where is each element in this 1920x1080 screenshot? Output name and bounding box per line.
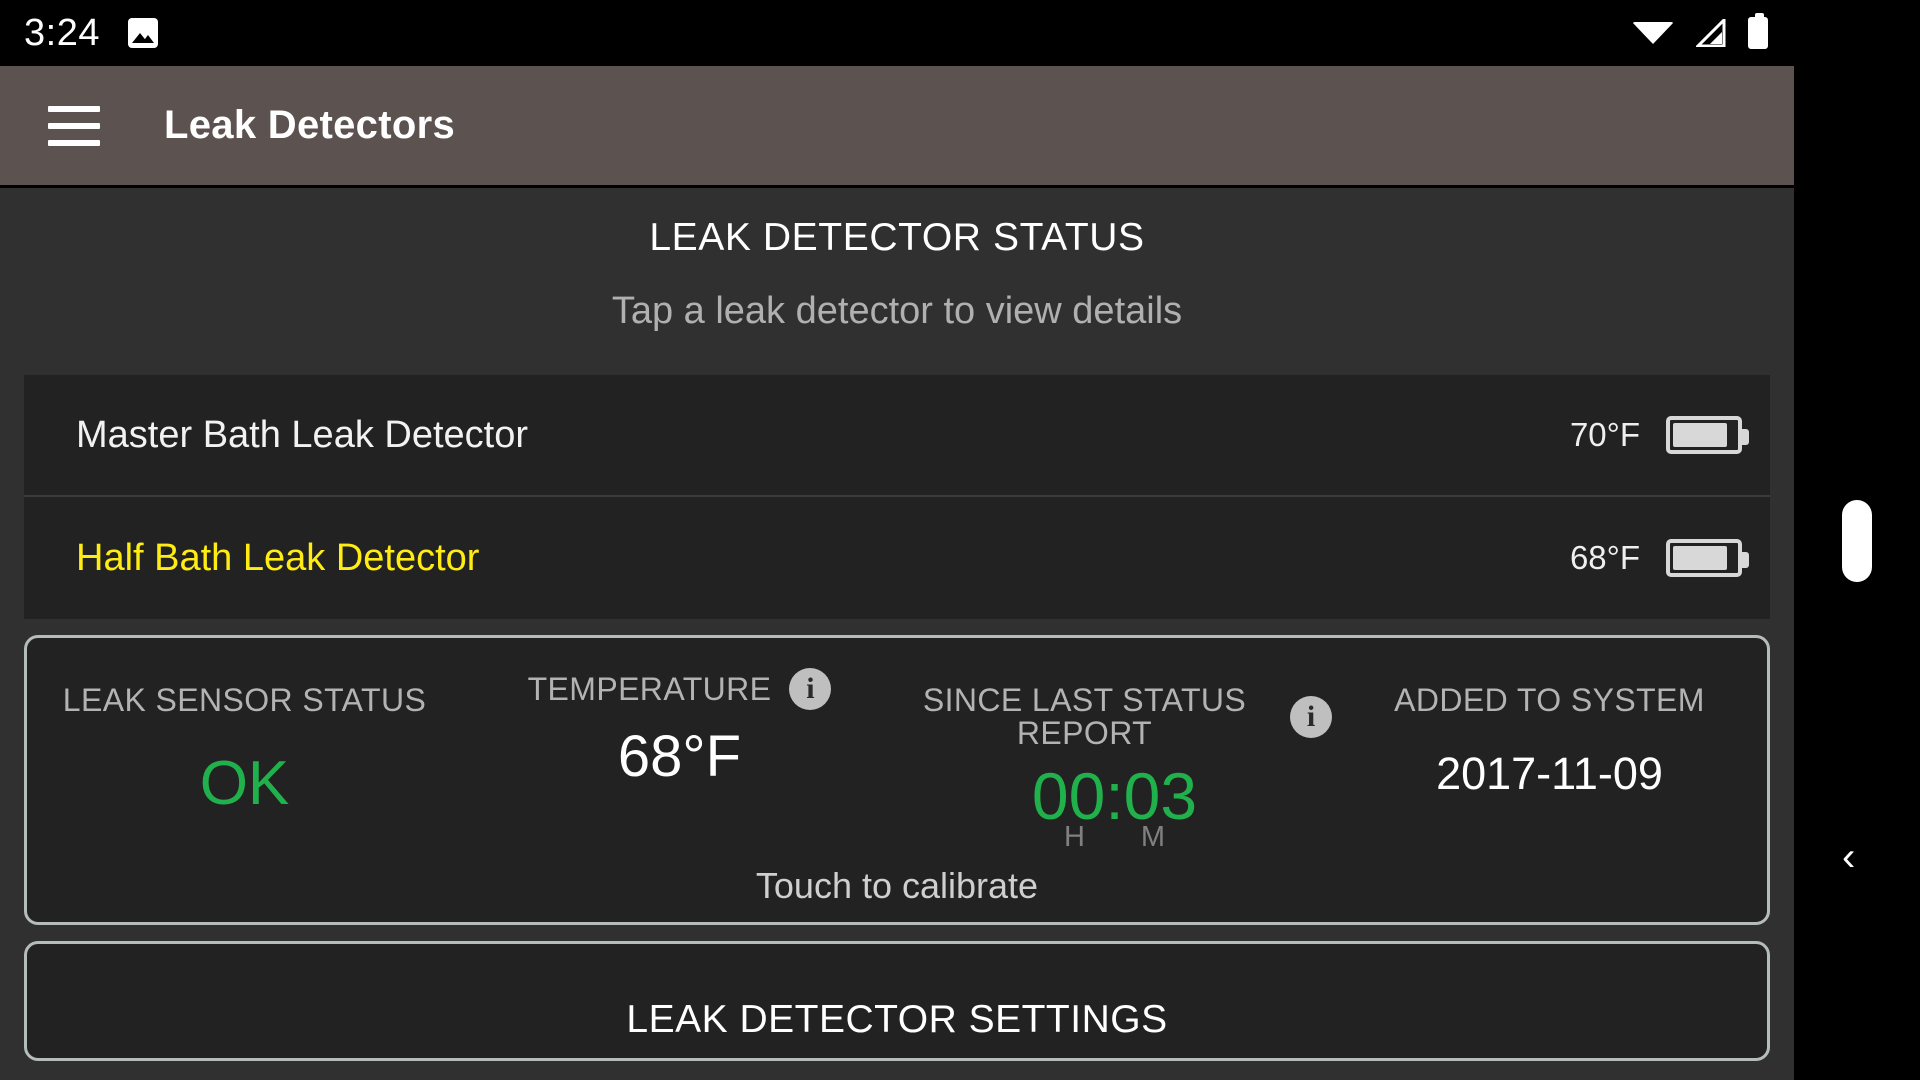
- scroll-handle[interactable]: [1842, 500, 1872, 582]
- hamburger-bar: [48, 122, 100, 129]
- page-content: LEAK DETECTOR STATUS Tap a leak detector…: [0, 188, 1794, 1080]
- timer-unit-hours: H: [1063, 821, 1085, 854]
- app-bar: Leak Detectors: [0, 66, 1794, 188]
- page-title: LEAK DETECTOR STATUS: [649, 216, 1145, 259]
- hamburger-bar: [48, 139, 100, 146]
- leak-detector-settings-card[interactable]: LEAK DETECTOR SETTINGS: [24, 941, 1770, 1061]
- page-subtitle: Tap a leak detector to view details: [611, 290, 1183, 332]
- metric-header: LEAK SENSOR STATUS: [27, 684, 462, 717]
- phone-viewport: 3:24 Leak Detectors LEAK DETECTOR STATUS…: [0, 0, 1794, 1080]
- metric-label: LEAK SENSOR STATUS: [62, 682, 427, 718]
- detector-detail-card[interactable]: LEAK SENSOR STATUS OK TEMPERATURE i 68°F: [24, 635, 1770, 925]
- since-last-report-value: 00:03: [1031, 759, 1198, 834]
- screenshot-image-icon: [127, 18, 158, 48]
- detector-row-metrics: 68°F: [1569, 539, 1749, 577]
- status-bar-notification-icons: [127, 18, 158, 48]
- info-icon[interactable]: i: [1290, 695, 1332, 738]
- hamburger-menu-icon[interactable]: [48, 105, 100, 146]
- status-bar-clock: 3:24: [24, 11, 100, 54]
- metric-label: SINCE LAST STATUS REPORT: [922, 682, 1247, 751]
- metric-label: ADDED TO SYSTEM: [1394, 682, 1705, 718]
- metric-header: SINCE LAST STATUS REPORT i: [897, 684, 1332, 749]
- detector-temperature: 70°F: [1569, 416, 1640, 453]
- metric-since-last-status-report: SINCE LAST STATUS REPORT i 00:03 H M: [897, 644, 1332, 873]
- cellular-signal-icon: [1696, 19, 1726, 47]
- timer-unit-minutes: M: [1140, 821, 1166, 854]
- metric-temperature: TEMPERATURE i 68°F: [462, 644, 897, 873]
- battery-icon: [1666, 539, 1749, 577]
- battery-icon: [1666, 416, 1749, 454]
- detector-row-master-bath[interactable]: Master Bath Leak Detector 70°F: [24, 375, 1770, 497]
- metric-added-to-system: ADDED TO SYSTEM 2017-11-09: [1332, 644, 1767, 873]
- detector-name: Half Bath Leak Detector: [76, 536, 480, 579]
- system-nav-strip: ‹: [1794, 0, 1920, 1080]
- detector-row-half-bath[interactable]: Half Bath Leak Detector 68°F: [24, 497, 1770, 619]
- metric-header: TEMPERATURE i: [462, 668, 897, 710]
- app-bar-title: Leak Detectors: [164, 103, 455, 147]
- metric-leak-sensor-status: LEAK SENSOR STATUS OK: [27, 644, 462, 873]
- metric-header: ADDED TO SYSTEM: [1332, 684, 1767, 717]
- status-bar-system-icons: [1632, 13, 1768, 49]
- leak-sensor-status-value: OK: [199, 748, 290, 818]
- battery-fill: [1673, 423, 1727, 447]
- info-icon[interactable]: i: [789, 668, 832, 710]
- timer-unit-labels: H M: [1064, 821, 1165, 854]
- wifi-icon: [1632, 22, 1674, 44]
- detector-row-metrics: 70°F: [1569, 416, 1749, 454]
- metric-label: TEMPERATURE: [527, 670, 772, 707]
- detector-list: Master Bath Leak Detector 70°F Half Bath…: [24, 375, 1770, 619]
- detector-temperature: 68°F: [1569, 539, 1640, 576]
- temperature-value: 68°F: [617, 724, 742, 789]
- status-bar: 3:24: [0, 0, 1794, 66]
- page-header: LEAK DETECTOR STATUS Tap a leak detector…: [0, 188, 1794, 333]
- detector-name: Master Bath Leak Detector: [76, 413, 528, 456]
- detail-metrics-row: LEAK SENSOR STATUS OK TEMPERATURE i 68°F: [27, 638, 1767, 873]
- battery-fill: [1673, 546, 1727, 570]
- screen-root: 3:24 Leak Detectors LEAK DETECTOR STATUS…: [0, 0, 1920, 1080]
- back-chevron-icon[interactable]: ‹: [1842, 837, 1876, 877]
- hamburger-bar: [48, 105, 100, 112]
- added-to-system-value: 2017-11-09: [1436, 747, 1663, 799]
- settings-card-title: LEAK DETECTOR SETTINGS: [626, 998, 1168, 1041]
- battery-icon: [1748, 13, 1768, 49]
